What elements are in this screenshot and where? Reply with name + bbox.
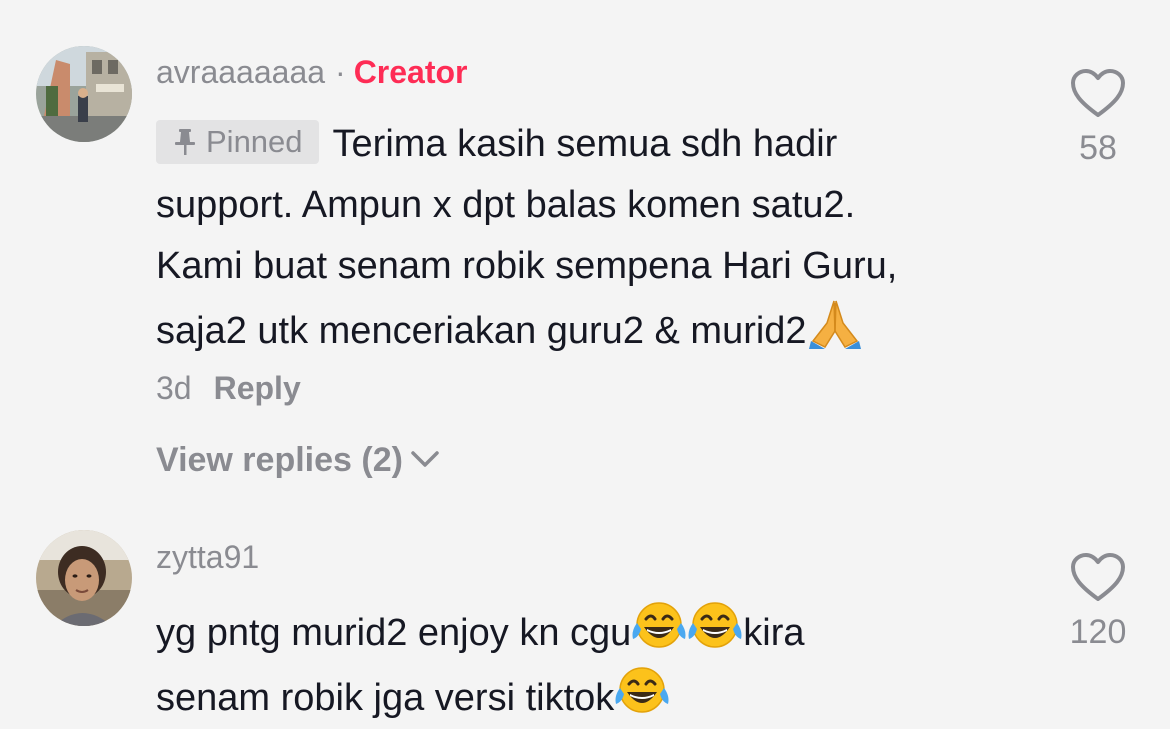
separator-dot: ·: [335, 54, 346, 90]
pinned-badge: Pinned: [156, 120, 319, 164]
heart-outline-icon: [1071, 69, 1125, 117]
heart-outline-icon: [1071, 553, 1125, 601]
like-count: 120: [1069, 613, 1127, 651]
chevron-down-icon: [411, 451, 439, 467]
comment-line: support. Ampun x dpt balas komen satu2.: [156, 184, 856, 226]
pin-icon: [175, 129, 195, 155]
view-replies-label: View replies (2): [156, 441, 403, 479]
comment-text: yg pntg murid2 enjoy kn cgu kira senam r…: [156, 599, 1036, 729]
comment-line: kira: [743, 612, 805, 654]
comment-header: zytta91: [156, 537, 1036, 577]
face-with-tears-of-joy-emoji-icon: [632, 602, 686, 648]
username[interactable]: zytta91: [156, 539, 259, 575]
comment-meta: 3d Reply: [156, 368, 1036, 408]
creator-badge: Creator: [353, 54, 468, 90]
view-replies-button[interactable]: View replies (2): [156, 440, 1036, 480]
reply-button[interactable]: Reply: [214, 370, 301, 406]
comment-line: yg pntg murid2 enjoy kn cgu: [156, 612, 632, 654]
like-button[interactable]: 58: [1060, 68, 1136, 168]
avatar[interactable]: [36, 46, 132, 142]
comment-age: 3d: [156, 370, 192, 406]
comment-line: saja2 utk menceriakan guru2 & murid2: [156, 310, 807, 352]
comment-line: Terima kasih semua sdh hadir: [332, 123, 838, 165]
comment-header: avraaaaaaa · Creator: [156, 52, 1036, 92]
comment-line: senam robik jga versi tiktok: [156, 677, 615, 719]
avatar[interactable]: [36, 530, 132, 626]
face-with-tears-of-joy-emoji-icon: [688, 602, 742, 648]
avatar-image: [36, 46, 132, 142]
like-count: 58: [1079, 129, 1117, 167]
comment-line: Kami buat senam robik sempena Hari Guru,: [156, 245, 898, 287]
like-button[interactable]: 120: [1060, 552, 1136, 652]
comment-text: Pinned Terima kasih semua sdh hadir suppo…: [156, 114, 1036, 362]
face-with-tears-of-joy-emoji-icon: [615, 667, 669, 713]
avatar-image: [36, 530, 132, 626]
pinned-label: Pinned: [206, 124, 303, 159]
folded-hands-emoji-icon: [808, 300, 861, 349]
username[interactable]: avraaaaaaa: [156, 54, 325, 90]
